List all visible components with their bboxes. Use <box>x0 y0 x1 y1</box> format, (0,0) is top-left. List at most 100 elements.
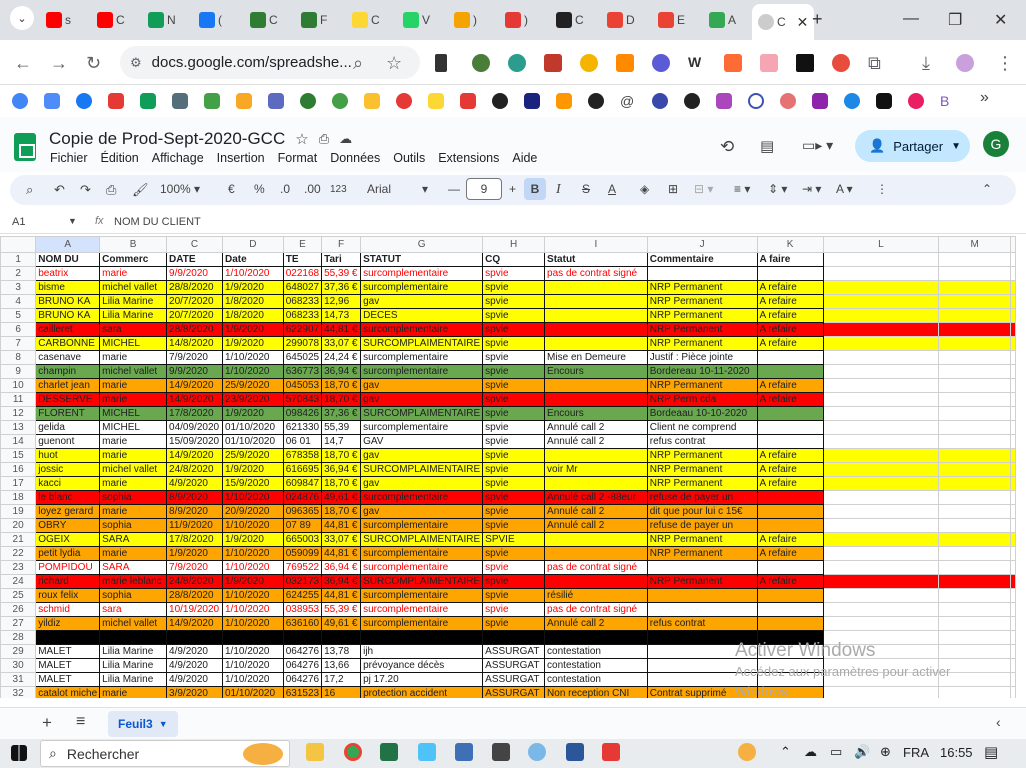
cell[interactable] <box>1010 518 1016 533</box>
cell[interactable]: NRP Perm cda <box>646 392 758 407</box>
cell[interactable]: 36,94 € <box>321 462 362 477</box>
collapse-toolbar-icon[interactable]: ⌃ <box>982 182 992 196</box>
cell[interactable] <box>646 588 758 603</box>
cell[interactable] <box>756 518 824 533</box>
cell[interactable] <box>756 588 824 603</box>
cell[interactable]: Annulé call 2 <box>544 434 648 449</box>
cell[interactable]: A refaire <box>756 462 824 477</box>
cell[interactable]: 14/9/2020 <box>166 378 223 393</box>
cell[interactable]: 1/10/2020 <box>221 560 284 575</box>
cell[interactable]: 15/09/2020 <box>166 434 223 449</box>
bookmark-star-icon[interactable]: ☆ <box>386 53 402 74</box>
column-header[interactable]: M <box>938 236 1011 253</box>
bookmark-w-icon[interactable] <box>108 93 124 109</box>
cell[interactable]: 1/10/2020 <box>221 616 284 631</box>
header-cell[interactable]: Commentaire <box>646 252 758 267</box>
cell[interactable]: A refaire <box>756 336 824 351</box>
cell[interactable]: résilié <box>544 588 648 603</box>
cell[interactable]: 1/10/2020 <box>221 672 284 687</box>
cell[interactable]: 678358 <box>282 448 323 463</box>
cell[interactable]: Encours <box>544 364 648 379</box>
row-number[interactable]: 3 <box>0 280 37 295</box>
cell[interactable]: 9/9/2020 <box>166 364 223 379</box>
cell[interactable]: Lilia Marine <box>99 658 168 673</box>
cell[interactable]: 14/8/2020 <box>166 336 223 351</box>
percent-button[interactable]: % <box>254 182 265 196</box>
row-number[interactable]: 28 <box>0 630 37 645</box>
row-number[interactable]: 19 <box>0 504 37 519</box>
cell[interactable]: MICHEL <box>99 336 168 351</box>
cell[interactable] <box>544 336 648 351</box>
menu-item[interactable]: Données <box>330 151 380 165</box>
cell[interactable] <box>1010 574 1016 589</box>
column-header[interactable]: C <box>166 236 223 253</box>
cell[interactable] <box>938 378 1011 393</box>
column-header[interactable]: F <box>321 236 362 253</box>
cell[interactable] <box>938 588 1011 603</box>
cell[interactable]: NRP Permanent <box>646 322 758 337</box>
cell[interactable] <box>1010 686 1016 698</box>
cell[interactable]: ASSURGAT <box>482 658 546 673</box>
cell[interactable]: NRP Permanent <box>646 462 758 477</box>
cell[interactable] <box>756 266 824 281</box>
cell[interactable]: 1/10/2020 <box>221 266 284 281</box>
cell[interactable] <box>544 392 648 407</box>
cell[interactable] <box>544 546 648 561</box>
cell[interactable]: 14,73 <box>321 308 362 323</box>
browser-tab[interactable]: F <box>301 7 327 33</box>
row-number[interactable]: 18 <box>0 490 37 505</box>
cell[interactable]: contestation <box>544 672 648 687</box>
cell[interactable] <box>822 476 940 491</box>
cell[interactable] <box>1010 602 1016 617</box>
cell[interactable]: spvie <box>482 420 546 435</box>
cell[interactable]: 28/8/2020 <box>166 588 223 603</box>
cell[interactable]: 636160 <box>282 616 323 631</box>
cell[interactable]: 7/9/2020 <box>166 350 223 365</box>
cell[interactable] <box>1010 532 1016 547</box>
cell[interactable]: gav <box>360 378 484 393</box>
cell[interactable]: 17/8/2020 <box>166 406 223 421</box>
cell[interactable] <box>938 462 1011 477</box>
row-number[interactable]: 26 <box>0 602 37 617</box>
omnibox[interactable]: ⚙ docs.google.com/spreadshe... <box>120 46 420 79</box>
menu-item[interactable]: Aide <box>512 151 537 165</box>
cell[interactable] <box>822 392 940 407</box>
cell[interactable]: 624255 <box>282 588 323 603</box>
cell[interactable] <box>938 280 1011 295</box>
cell[interactable]: 1/9/2020 <box>221 574 284 589</box>
row-number[interactable]: 9 <box>0 364 37 379</box>
cell[interactable]: ASSURGAT <box>482 672 546 687</box>
cell[interactable]: sophia <box>99 588 168 603</box>
cell[interactable] <box>822 294 940 309</box>
cell[interactable]: 14,7 <box>321 434 362 449</box>
cell[interactable]: 622907 <box>282 322 323 337</box>
cell[interactable]: 1/9/2020 <box>166 546 223 561</box>
close-tab-icon[interactable]: ✕ <box>797 14 809 31</box>
cell[interactable]: gav <box>360 504 484 519</box>
cell[interactable] <box>822 504 940 519</box>
cell[interactable]: spvie <box>482 434 546 449</box>
restore-icon[interactable]: ❐ <box>948 10 962 30</box>
menu-item[interactable]: Extensions <box>438 151 499 165</box>
cell[interactable]: Justif : Pièce jointe <box>646 350 758 365</box>
cell[interactable] <box>1010 308 1016 323</box>
cell[interactable]: spvie <box>482 308 546 323</box>
cell[interactable]: marie <box>99 266 168 281</box>
cell[interactable] <box>938 532 1011 547</box>
browser-tab[interactable]: C <box>556 7 584 33</box>
header-cell[interactable]: A faire <box>756 252 824 267</box>
cell[interactable]: refus contrat <box>646 434 758 449</box>
cell[interactable]: spvie <box>482 266 546 281</box>
undo-icon[interactable]: ↶ <box>54 182 65 198</box>
cell[interactable]: 36,94 € <box>321 560 362 575</box>
cell[interactable]: refuse de payer un <box>646 490 758 505</box>
bookmark-play-icon[interactable] <box>844 93 860 109</box>
new-tab-button[interactable]: + <box>812 9 823 30</box>
share-dropdown-icon[interactable]: ▼ <box>951 141 961 152</box>
cell[interactable]: ASSURGAT <box>482 686 546 698</box>
menu-item[interactable]: Insertion <box>217 151 265 165</box>
cell[interactable] <box>822 266 940 281</box>
bookmark-lb-icon[interactable] <box>428 93 444 109</box>
cell[interactable]: SARA <box>99 532 168 547</box>
cell[interactable] <box>544 322 648 337</box>
